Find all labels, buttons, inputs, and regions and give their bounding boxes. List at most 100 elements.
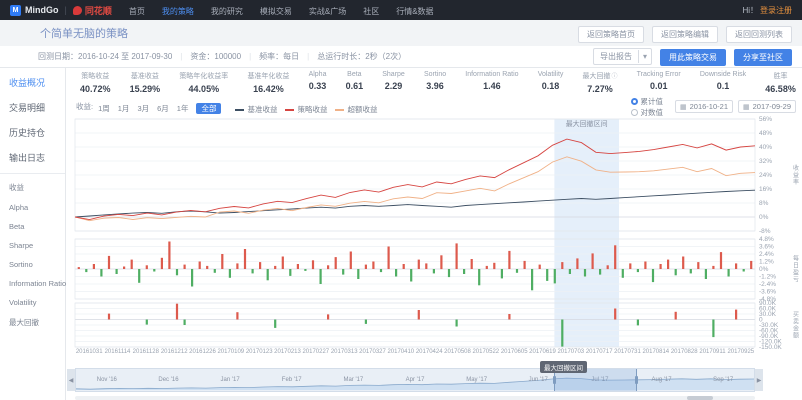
y-axis-title-char: 买 <box>793 311 799 319</box>
timeline-navigator[interactable]: ◀ ▶ Nov '16Dec '16Jan '17Feb '17Mar '17A… <box>75 368 755 392</box>
login-area: Hi！ 登录注册 <box>742 5 792 16</box>
range-button-3[interactable]: 3月 <box>137 104 149 113</box>
navigator-month-label: Aug '17 <box>651 377 671 383</box>
y-tick-label: 56% <box>759 116 772 123</box>
metric-label: 最大回撤ⓘ <box>583 71 618 81</box>
sidebar-item-1[interactable]: 收益概况 <box>0 70 65 95</box>
brand-area[interactable]: M MindGo | 同花顺 <box>10 4 112 17</box>
sidebar-metric-8[interactable]: 最大回撤 <box>0 312 65 333</box>
max-drawdown-tooltip: 最大回撤区间 <box>540 361 587 373</box>
sidebar-item-4[interactable]: 输出日志 <box>0 145 65 170</box>
navigator-left-handle[interactable] <box>553 376 556 384</box>
x-tick-label: 20170828 <box>671 349 698 355</box>
info-item-3: 频率：每日 <box>259 51 299 62</box>
nav-item-3[interactable]: 我的研究 <box>211 7 243 16</box>
back-button-2[interactable]: 返回策略编辑 <box>652 26 718 43</box>
sidebar-metric-1[interactable]: 收益 <box>0 177 65 198</box>
info-separator: | <box>307 52 309 61</box>
range-button-4[interactable]: 6月 <box>157 104 169 113</box>
legend-item-3[interactable]: 超额收益 <box>335 104 377 115</box>
metric-label: Volatility <box>538 71 564 78</box>
range-buttons-group: 1周 1月 3月 6月 1年全部 <box>98 98 227 116</box>
metric-7: Sharpe2.29 <box>382 71 405 94</box>
metric-14: 胜率46.58% <box>765 71 796 94</box>
navigator-right-arrow-icon[interactable]: ▶ <box>755 369 763 391</box>
calendar-icon: ▦ <box>743 103 750 111</box>
sidebar-item-2[interactable]: 交易明细 <box>0 95 65 120</box>
login-link[interactable]: 登录注册 <box>760 5 792 16</box>
range-button-5[interactable]: 1年 <box>177 104 189 113</box>
sidebar-metric-4[interactable]: Sharpe <box>0 236 65 255</box>
backtest-chart: 最大回撤区间56%48%40%32%24%16%8%0%-8%收益率4.8%3.… <box>66 115 802 355</box>
partner-brand-name: 同花顺 <box>85 4 112 17</box>
metric-label: 策略年化收益率 <box>179 71 228 81</box>
y-tick-label: 2.4% <box>759 251 774 258</box>
back-button-3[interactable]: 返回回测列表 <box>726 26 792 43</box>
metric-value: 0.33 <box>309 81 327 91</box>
info-icon[interactable]: ⓘ <box>612 74 618 80</box>
legend-item-1[interactable]: 基准收益 <box>235 104 277 115</box>
x-tick-label: 20170424 <box>416 349 443 355</box>
chevron-down-icon[interactable]: ▾ <box>638 50 651 63</box>
start-date-value: 2016-10-21 <box>690 102 728 111</box>
app-root: M MindGo | 同花顺 首页 我的策略 我的研究 模拟交易 实战&广场 社区 行情&数… <box>0 0 802 400</box>
sidebar-metric-6[interactable]: Information Ratio <box>0 274 65 293</box>
value-mode-1[interactable]: 累计值 <box>631 96 664 107</box>
nav-item-1[interactable]: 首页 <box>129 7 145 16</box>
nav-item-2[interactable]: 我的策略 <box>162 7 194 16</box>
main-panel: 策略收益40.72%基准收益15.29%策略年化收益率44.05%基准年化收益1… <box>66 68 802 400</box>
sidebar-item-3[interactable]: 历史持仓 <box>0 120 65 145</box>
back-button-1[interactable]: 返回策略首页 <box>578 26 644 43</box>
sidebar-metric-7[interactable]: Volatility <box>0 293 65 312</box>
legend-label: 基准收益 <box>247 104 277 115</box>
navigator-right-handle[interactable] <box>635 376 638 384</box>
series-line <box>75 190 755 217</box>
end-date-value: 2017-09-29 <box>753 102 791 111</box>
nav-item-7[interactable]: 行情&数据 <box>396 7 433 16</box>
scrollbar-thumb[interactable] <box>687 396 713 400</box>
backtest-info: 回测日期：2016-10-24 至 2017-09-30|资金：100000|频… <box>38 51 406 62</box>
x-tick-label: 20170109 <box>217 349 244 355</box>
metric-label: Downside Risk <box>700 71 746 78</box>
nav-item-5[interactable]: 实战&广场 <box>309 7 346 16</box>
sidebar-metric-5[interactable]: Sortino <box>0 255 65 274</box>
info-separator: | <box>249 52 251 61</box>
sidebar-metric-3[interactable]: Beta <box>0 217 65 236</box>
legend-label: 策略收益 <box>297 104 327 115</box>
chart-controls: 收益: 1周1月3月6月1年全部 基准收益策略收益超额收益 累计值对数值 ▦ 2… <box>76 99 796 114</box>
end-date-input[interactable]: ▦ 2017-09-29 <box>738 100 796 113</box>
x-tick-label: 20170522 <box>472 349 499 355</box>
metric-value: 15.29% <box>130 84 161 94</box>
y-tick-label: 1.2% <box>759 259 774 266</box>
x-tick-label: 20170731 <box>614 349 641 355</box>
action-button-2[interactable]: 分享至社区 <box>734 49 792 66</box>
nav-item-4[interactable]: 模拟交易 <box>260 7 292 16</box>
sidebar-metric-2[interactable]: Alpha <box>0 198 65 217</box>
top-navbar: M MindGo | 同花顺 首页 我的策略 我的研究 模拟交易 实战&广场 社区 行情&数… <box>0 0 802 20</box>
start-date-input[interactable]: ▦ 2016-10-21 <box>675 100 733 113</box>
content-area: 收益概况交易明细历史持仓输出日志收益AlphaBetaSharpeSortino… <box>0 68 802 400</box>
x-tick-label: 20170814 <box>642 349 669 355</box>
series-line <box>75 139 755 220</box>
navigator-month-label: Apr '17 <box>406 377 425 383</box>
x-tick-label: 20161114 <box>105 349 131 355</box>
x-tick-label: 20170508 <box>444 349 471 355</box>
action-button-1[interactable]: 用此策略交易 <box>660 49 726 66</box>
nav-item-6[interactable]: 社区 <box>363 7 379 16</box>
metric-1: 策略收益40.72% <box>80 71 111 94</box>
y-tick-label: 40% <box>759 144 772 151</box>
y-axis-title-char: 卖 <box>793 319 799 326</box>
range-button-1[interactable]: 1周 <box>98 104 110 113</box>
export-button[interactable]: 导出报告 ▾ <box>593 48 652 65</box>
x-tick-label: 20170213 <box>274 349 301 355</box>
brand-divider: | <box>65 5 67 15</box>
y-axis-title-char: 益 <box>793 171 799 179</box>
range-button-2[interactable]: 1月 <box>118 104 130 113</box>
range-button-6[interactable]: 全部 <box>196 103 221 114</box>
navigator-left-arrow-icon[interactable]: ◀ <box>67 369 75 391</box>
metric-3: 策略年化收益率44.05% <box>179 71 228 94</box>
metric-value: 2.29 <box>382 81 405 91</box>
y-tick-label: 3.6% <box>759 244 774 251</box>
horizontal-scrollbar[interactable] <box>75 396 755 400</box>
legend-item-2[interactable]: 策略收益 <box>285 104 327 115</box>
